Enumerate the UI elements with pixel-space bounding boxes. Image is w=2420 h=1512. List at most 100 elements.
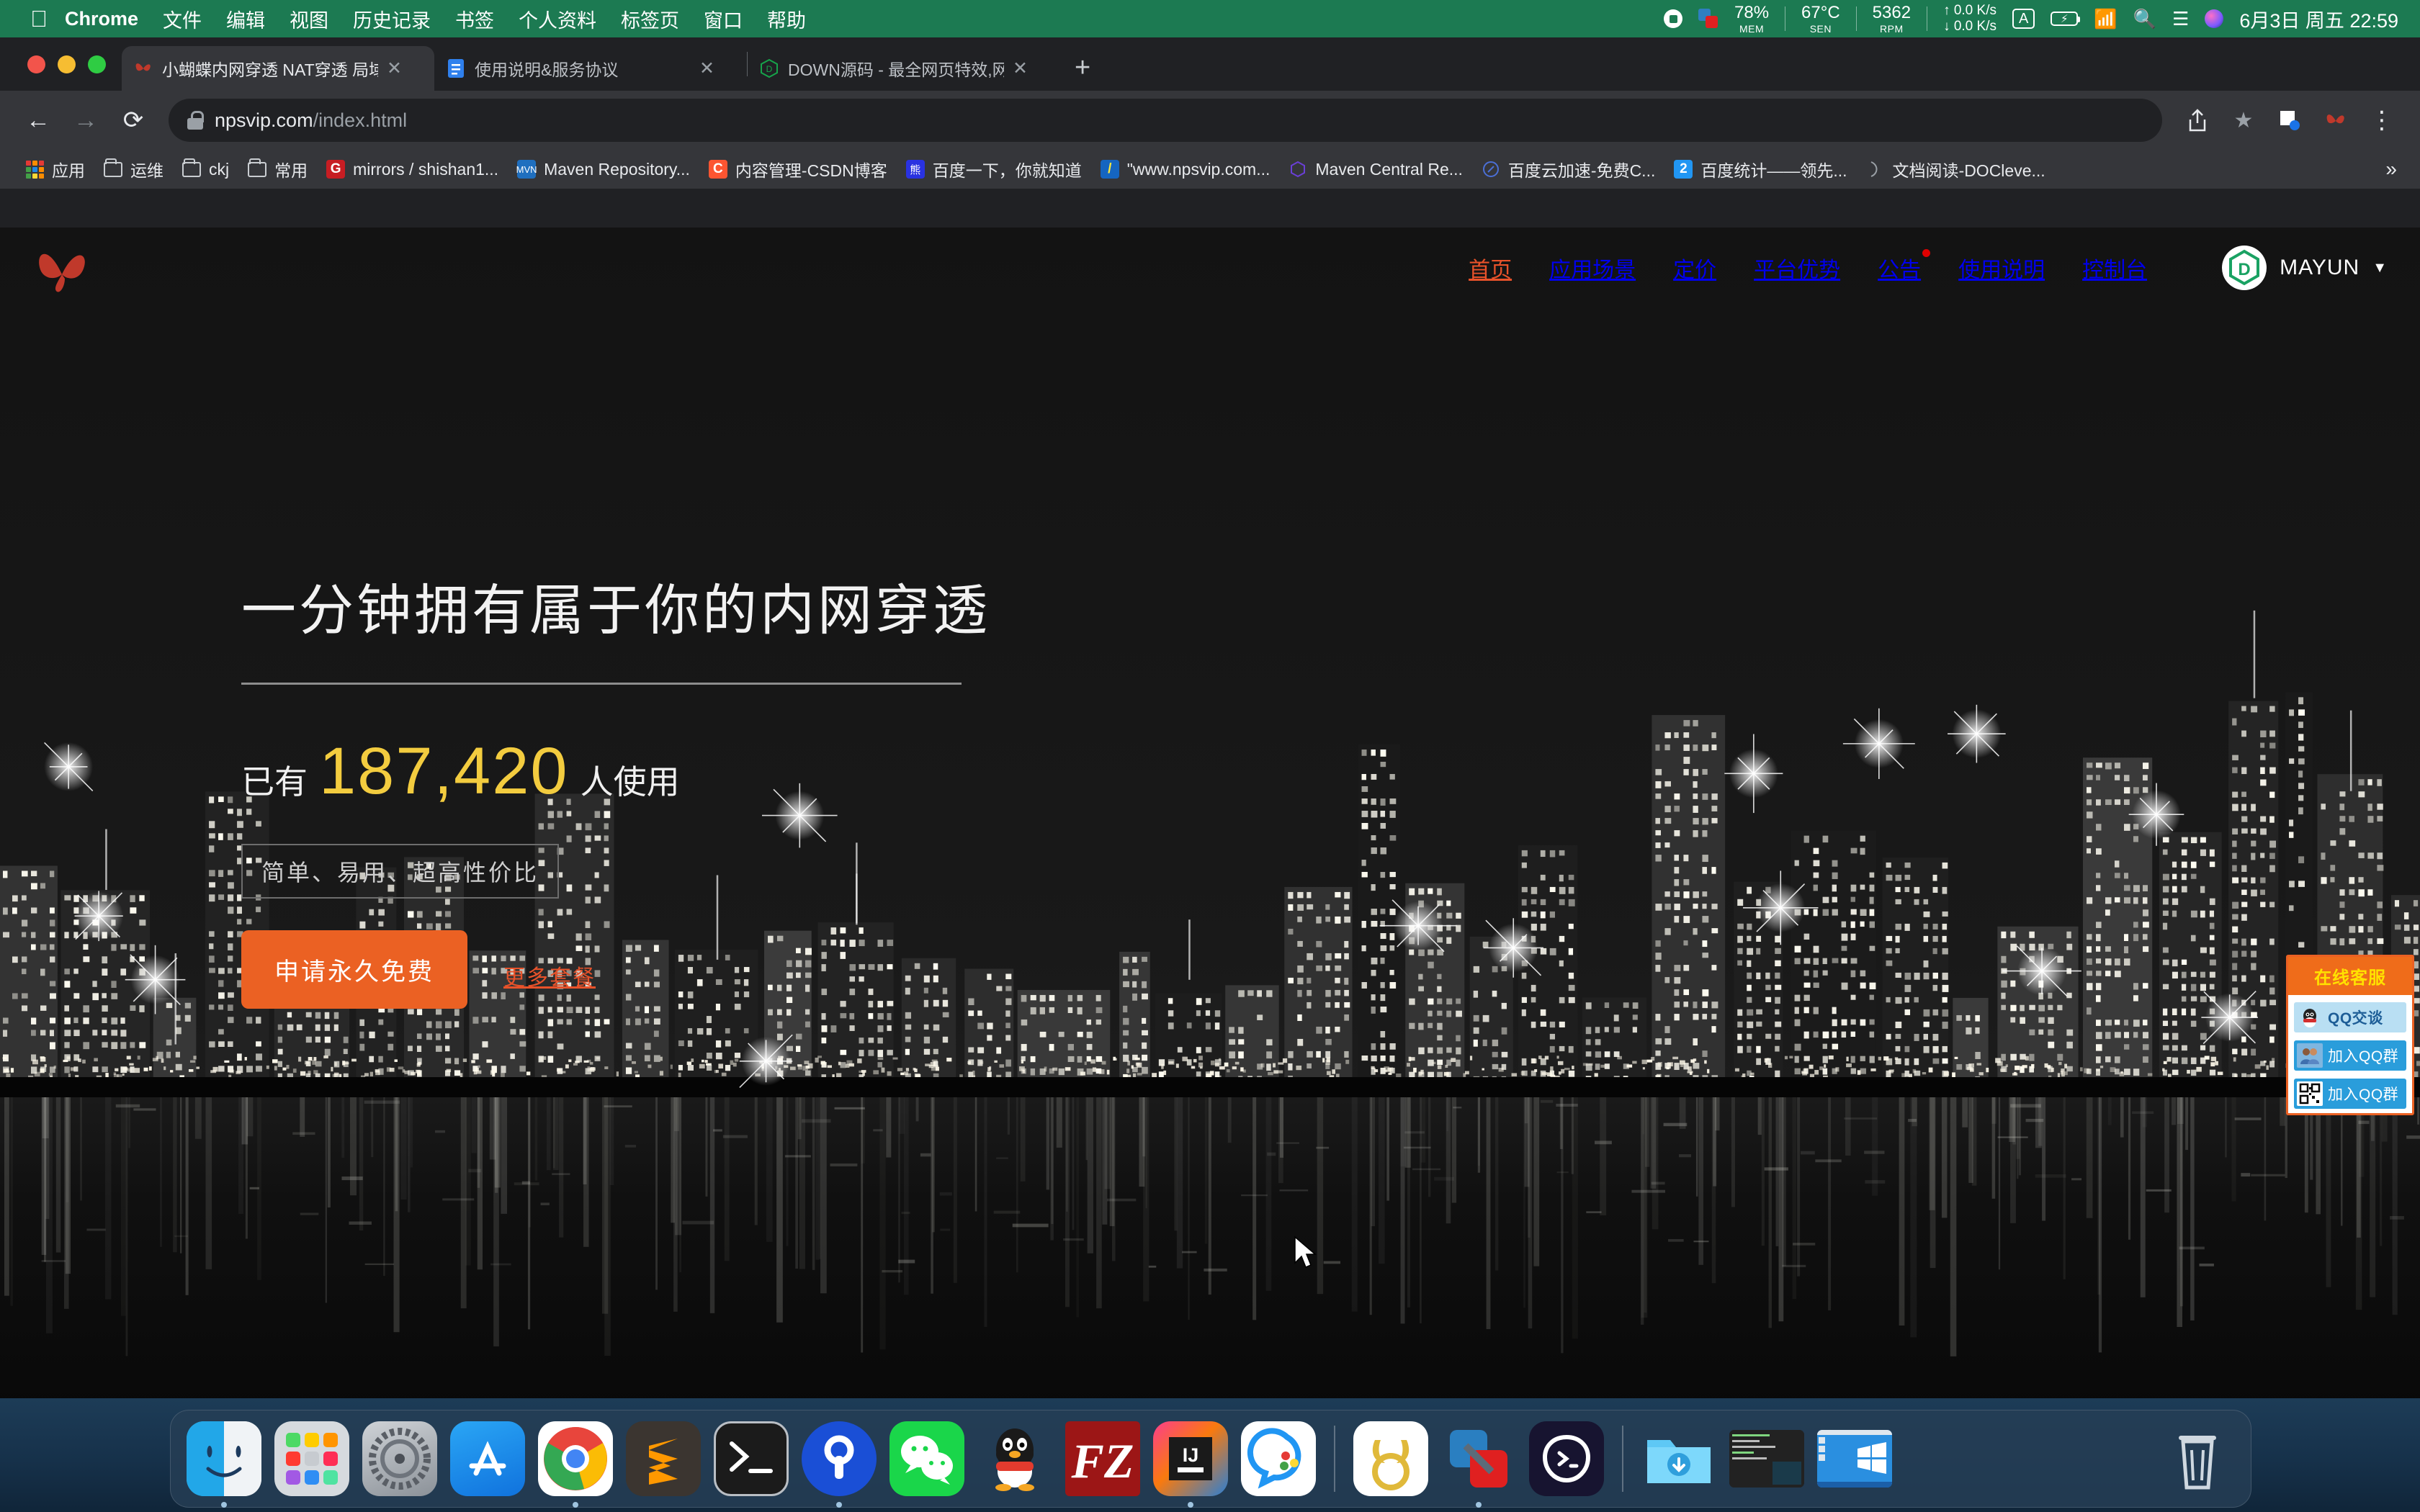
dock-item-app-store[interactable] xyxy=(445,1416,530,1501)
bookmark-star-icon[interactable]: ★ xyxy=(2223,99,2264,141)
chevron-down-icon[interactable]: ▼ xyxy=(2372,260,2387,276)
dock-item-finder[interactable] xyxy=(182,1416,266,1508)
temperature-status[interactable]: 67°C SEN xyxy=(1801,4,1840,34)
bookmark-maven-repository[interactable]: MVN Maven Repository... xyxy=(508,153,699,185)
network-speed-status[interactable]: ↑ 0.0 K/s ↓ 0.0 K/s xyxy=(1943,3,1996,35)
menu-item-file[interactable]: 文件 xyxy=(163,5,202,33)
dock-item-navicat[interactable] xyxy=(1348,1416,1433,1501)
apple-icon[interactable]:  xyxy=(30,7,48,30)
vmware-status-icon[interactable] xyxy=(1698,9,1718,29)
close-tab-button[interactable]: ✕ xyxy=(699,58,714,79)
bookmark-folder-changyong[interactable]: 常用 xyxy=(238,153,317,185)
address-bar[interactable]: npsvip.com/index.html xyxy=(169,99,2162,142)
fan-rpm-status[interactable]: 5362 RPM xyxy=(1873,4,1911,34)
nav-item-advantages[interactable]: 平台优势 xyxy=(1754,252,1840,284)
menu-item-history[interactable]: 历史记录 xyxy=(353,5,431,33)
dock-item-vmware-fusion[interactable] xyxy=(1436,1416,1521,1508)
chrome-menu-button[interactable]: ⋮ xyxy=(2361,99,2403,141)
dock-item-google-chrome[interactable] xyxy=(533,1416,618,1508)
bookmark-apps[interactable]: 应用 xyxy=(16,153,94,185)
nav-item-announcements[interactable]: 公告 xyxy=(1878,249,1931,284)
menu-item-help[interactable]: 帮助 xyxy=(767,5,806,33)
dock-item-launchpad[interactable] xyxy=(269,1416,354,1501)
browser-tab-2[interactable]: 使用说明&服务协议 ✕ xyxy=(434,46,747,91)
input-source-icon[interactable]: A xyxy=(2012,9,2035,29)
control-center-icon[interactable]: ☰ xyxy=(2172,8,2189,30)
butterfly-logo[interactable] xyxy=(33,241,91,294)
filezilla-icon: FZ xyxy=(1065,1421,1140,1496)
battery-icon[interactable]: ⚡ xyxy=(2051,12,2081,26)
join-qq-group-button-2[interactable]: 加入QQ群 xyxy=(2294,1079,2406,1109)
wifi-icon[interactable]: 📶 xyxy=(2094,8,2117,30)
bookmark-label: 文档阅读-DOCleve... xyxy=(1892,161,2045,180)
browser-tab-1[interactable]: 小蝴蝶内网穿透 NAT穿透 局域网 ✕ xyxy=(122,46,434,91)
bookmark-docleveler[interactable]: 文档阅读-DOCleve... xyxy=(1857,153,2055,185)
running-indicator xyxy=(836,1502,842,1508)
dock-divider xyxy=(1622,1426,1623,1492)
dock-item-wechat[interactable] xyxy=(884,1416,969,1501)
close-window-button[interactable] xyxy=(27,55,45,73)
menu-item-tabs[interactable]: 标签页 xyxy=(621,5,679,33)
memory-status[interactable]: 78% MEM xyxy=(1734,4,1769,34)
bookmark-npsvip[interactable]: / "www.npsvip.com... xyxy=(1091,153,1280,185)
extension-icon[interactable] xyxy=(2269,99,2311,141)
nav-item-console[interactable]: 控制台 xyxy=(2082,252,2147,284)
apply-free-button[interactable]: 申请永久免费 xyxy=(241,930,467,1009)
nav-item-home[interactable]: 首页 xyxy=(1469,252,1512,284)
menu-item-bookmarks[interactable]: 书签 xyxy=(455,5,494,33)
new-tab-button[interactable]: + xyxy=(1075,53,1090,84)
bookmark-maven-central[interactable]: Maven Central Re... xyxy=(1279,153,1472,185)
siri-icon[interactable] xyxy=(2205,9,2224,28)
bookmark-folder-yunwei[interactable]: 运维 xyxy=(94,153,173,185)
dock-item-qq[interactable] xyxy=(972,1416,1057,1501)
forward-button[interactable]: → xyxy=(65,99,107,141)
menu-item-view[interactable]: 视图 xyxy=(290,5,328,33)
dock-item-windows-vm-minimized[interactable] xyxy=(1812,1416,1897,1501)
join-qq-group-button-1[interactable]: 加入QQ群 xyxy=(2294,1040,2406,1071)
dock-item-terminal-window-minimized[interactable] xyxy=(1724,1416,1809,1501)
dock-item-trash[interactable] xyxy=(2155,1416,2240,1501)
bookmark-baidu[interactable]: 熊 百度一下，你就知道 xyxy=(897,153,1091,185)
nav-item-scenarios[interactable]: 应用场景 xyxy=(1549,252,1636,284)
fan-rpm-value: 5362 xyxy=(1872,2,1912,22)
dock-item-filezilla[interactable]: FZ xyxy=(1060,1416,1145,1501)
butterfly-extension-icon[interactable] xyxy=(2315,99,2357,141)
close-tab-button[interactable]: ✕ xyxy=(1013,58,1028,79)
dock-item-intellij-idea[interactable]: IJ xyxy=(1148,1416,1233,1508)
menu-item-window[interactable]: 窗口 xyxy=(704,5,743,33)
maximize-window-button[interactable] xyxy=(88,55,106,73)
dock-item-tim[interactable] xyxy=(1236,1416,1321,1501)
bookmark-baidu-cloud[interactable]: 百度云加速-免费C... xyxy=(1472,153,1664,185)
screen-record-icon[interactable] xyxy=(1664,9,1682,28)
nav-item-instructions[interactable]: 使用说明 xyxy=(1958,252,2045,284)
bookmark-csdn[interactable]: C 内容管理-CSDN博客 xyxy=(699,153,897,185)
close-tab-button[interactable]: ✕ xyxy=(387,58,402,79)
menu-item-edit[interactable]: 编辑 xyxy=(226,5,265,33)
menu-item-profile[interactable]: 个人资料 xyxy=(519,5,596,33)
bookmark-gitee-mirrors[interactable]: G mirrors / shishan1... xyxy=(317,153,508,185)
menu-app-name[interactable]: Chrome xyxy=(65,8,138,30)
more-plans-link[interactable]: 更多套餐 xyxy=(503,960,596,1009)
bookmark-baidu-tongji[interactable]: 2 百度统计——领先... xyxy=(1664,153,1856,185)
back-button[interactable]: ← xyxy=(17,99,59,141)
nav-item-pricing[interactable]: 定价 xyxy=(1673,252,1716,284)
user-menu[interactable]: D MAYUN ▼ xyxy=(2222,246,2387,290)
bookmarks-overflow-button[interactable]: » xyxy=(2385,158,2404,181)
dock-item-downloads-folder[interactable] xyxy=(1636,1416,1721,1501)
qq-chat-button[interactable]: QQ交谈 xyxy=(2294,1002,2406,1032)
bookmark-label: ckj xyxy=(209,159,230,179)
reload-button[interactable]: ⟳ xyxy=(112,99,154,141)
browser-tab-3[interactable]: D DOWN源码 - 最全网页特效,网页 ✕ xyxy=(748,46,1060,91)
maven-central-icon xyxy=(1289,160,1307,179)
menu-bar-clock[interactable]: 6月3日 周五 22:59 xyxy=(2239,5,2398,33)
dock-item-terminal[interactable] xyxy=(709,1416,794,1501)
dock-item-iterm[interactable] xyxy=(1524,1416,1609,1501)
dock-item-1password[interactable] xyxy=(797,1416,882,1508)
dock-item-system-settings[interactable] xyxy=(357,1416,442,1501)
share-icon[interactable] xyxy=(2177,99,2218,141)
search-icon[interactable]: 🔍 xyxy=(2133,8,2156,30)
dock-item-sublime-text[interactable] xyxy=(621,1416,706,1501)
tab-strip: 小蝴蝶内网穿透 NAT穿透 局域网 ✕ 使用说明&服务协议 ✕ D DOWN源码… xyxy=(0,37,2420,91)
minimize-window-button[interactable] xyxy=(58,55,76,73)
bookmark-folder-ckj[interactable]: ckj xyxy=(173,153,238,185)
